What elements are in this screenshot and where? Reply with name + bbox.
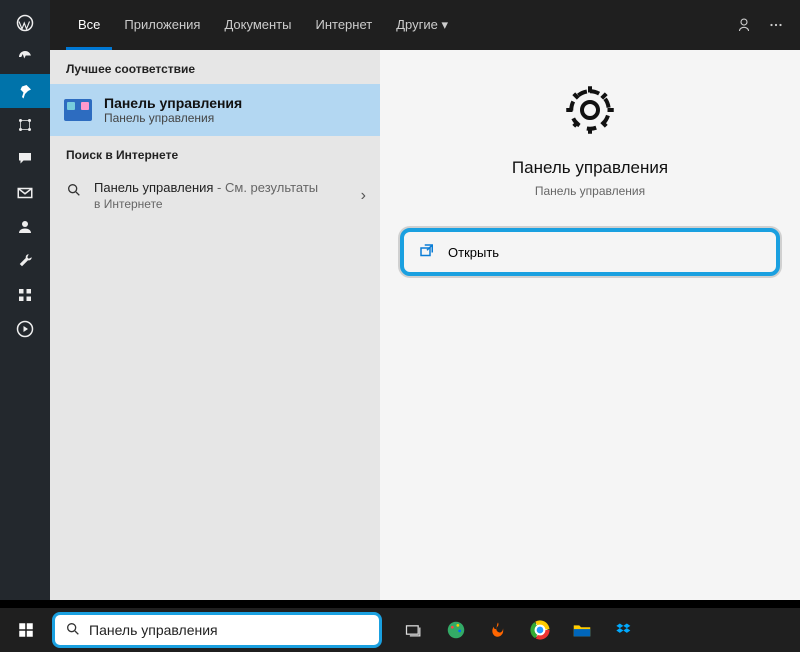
chevron-down-icon: ▾ bbox=[441, 17, 448, 32]
taskbar bbox=[0, 608, 800, 652]
gear-icon bbox=[560, 80, 620, 140]
taskbar-icons bbox=[394, 610, 644, 650]
dropbox-icon[interactable] bbox=[604, 610, 644, 650]
search-icon bbox=[65, 621, 81, 640]
wordpress-icon[interactable] bbox=[0, 6, 50, 40]
best-match-title: Панель управления bbox=[104, 95, 242, 111]
results-column: Лучшее соответствие Панель управления Па… bbox=[50, 50, 380, 600]
open-button[interactable]: Открыть bbox=[400, 228, 780, 276]
control-panel-icon bbox=[64, 99, 92, 121]
web-search-heading: Поиск в Интернете bbox=[50, 136, 380, 170]
search-input[interactable] bbox=[89, 622, 369, 638]
tab-web[interactable]: Интернет bbox=[303, 0, 384, 50]
web-item-line1: Панель управления - См. результаты bbox=[94, 180, 318, 195]
tool-icon[interactable] bbox=[0, 244, 50, 278]
best-match-item[interactable]: Панель управления Панель управления bbox=[50, 84, 380, 136]
start-button[interactable] bbox=[6, 610, 46, 650]
web-search-item[interactable]: Панель управления - См. результаты в Инт… bbox=[50, 170, 380, 221]
best-match-heading: Лучшее соответствие bbox=[50, 50, 380, 84]
chevron-right-icon: › bbox=[361, 187, 366, 205]
user-icon[interactable] bbox=[0, 210, 50, 244]
flame-icon[interactable] bbox=[478, 610, 518, 650]
comments-icon[interactable] bbox=[0, 142, 50, 176]
network-icon[interactable] bbox=[0, 108, 50, 142]
pin-icon[interactable] bbox=[0, 74, 50, 108]
tab-documents[interactable]: Документы bbox=[212, 0, 303, 50]
chrome-icon[interactable] bbox=[520, 610, 560, 650]
details-subtitle: Панель управления bbox=[535, 184, 645, 198]
tab-all[interactable]: Все bbox=[66, 0, 112, 50]
search-tab-bar: Все Приложения Документы Интернет Другие… bbox=[50, 0, 800, 50]
open-icon bbox=[418, 242, 436, 263]
feedback-icon[interactable] bbox=[728, 9, 760, 41]
tab-apps[interactable]: Приложения bbox=[112, 0, 212, 50]
search-icon bbox=[66, 182, 82, 201]
wp-admin-sidebar bbox=[0, 0, 50, 600]
more-icon[interactable] bbox=[760, 9, 792, 41]
open-label: Открыть bbox=[448, 245, 499, 260]
tab-more[interactable]: Другие ▾ bbox=[384, 0, 460, 50]
task-view-icon[interactable] bbox=[394, 610, 434, 650]
explorer-icon[interactable] bbox=[562, 610, 602, 650]
web-item-line2: в Интернете bbox=[94, 197, 318, 211]
paint-icon[interactable] bbox=[436, 610, 476, 650]
taskbar-search[interactable] bbox=[52, 612, 382, 648]
dashboard-icon[interactable] bbox=[0, 40, 50, 74]
widget-icon[interactable] bbox=[0, 278, 50, 312]
windows-search-panel: Все Приложения Документы Интернет Другие… bbox=[50, 0, 800, 600]
best-match-subtitle: Панель управления bbox=[104, 111, 242, 125]
mail-icon[interactable] bbox=[0, 176, 50, 210]
play-icon[interactable] bbox=[0, 312, 50, 346]
details-title: Панель управления bbox=[512, 158, 668, 178]
details-pane: Панель управления Панель управления Откр… bbox=[380, 50, 800, 600]
